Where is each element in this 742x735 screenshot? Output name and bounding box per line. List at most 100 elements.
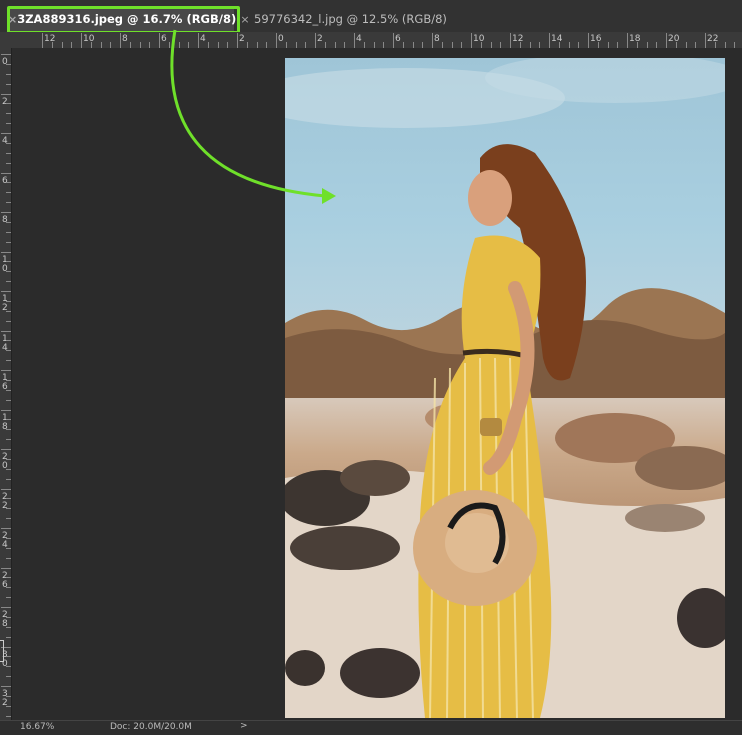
- ruler-minor-tick: [6, 162, 11, 164]
- horizontal-ruler: 12 10 8 6 4 2 0 2 4 6 8 10 12 14 16 18 20 22: [0, 32, 742, 49]
- ruler-label: 20: [668, 34, 680, 44]
- document-image[interactable]: [285, 58, 725, 718]
- ruler-major-tick: [627, 33, 628, 48]
- ruler-minor-tick: [6, 113, 11, 115]
- close-icon[interactable]: ×: [236, 13, 254, 26]
- ruler-minor-tick: [6, 705, 11, 707]
- ruler-minor-tick: [6, 123, 11, 125]
- ruler-label: 16: [590, 34, 602, 44]
- tab-59776342[interactable]: × 59776342_l.jpg @ 12.5% (RGB/8): [236, 7, 496, 31]
- ruler-minor-tick: [6, 389, 11, 391]
- ruler-minor-tick: [6, 300, 11, 302]
- ruler-minor-tick: [6, 695, 11, 697]
- ruler-label: 6: [161, 34, 167, 44]
- ruler-minor-tick: [6, 231, 11, 233]
- ruler-major-tick: [159, 33, 160, 48]
- ruler-label: 0: [2, 57, 8, 67]
- ruler-minor-tick: [6, 666, 11, 668]
- ruler-minor-tick: [6, 182, 11, 184]
- ruler-label: 2: [317, 34, 323, 44]
- ruler-major-tick: [315, 33, 316, 48]
- status-bar: 16.67% Doc: 20.0M/20.0M >: [0, 720, 742, 735]
- ruler-major-tick: [471, 33, 472, 48]
- ruler-major-tick: [1, 449, 11, 450]
- ruler-label: 10: [83, 34, 95, 44]
- ruler-major-tick: [1, 54, 11, 55]
- ruler-minor-tick: [6, 152, 11, 154]
- ruler-minor-tick: [6, 557, 11, 559]
- ruler-minor-tick: [6, 547, 11, 549]
- ruler-label: 14: [551, 34, 563, 44]
- ruler-label: 8: [434, 34, 440, 44]
- ruler-minor-tick: [6, 676, 11, 678]
- ruler-minor-tick: [6, 597, 11, 599]
- ruler-minor-tick: [6, 468, 11, 470]
- ruler-minor-tick: [6, 310, 11, 312]
- ruler-major-tick: [1, 567, 11, 569]
- ruler-minor-tick: [6, 636, 11, 638]
- ruler-minor-tick: [6, 261, 11, 263]
- ruler-major-tick: [1, 409, 11, 411]
- document-size: Doc: 20.0M/20.0M: [110, 722, 192, 732]
- ruler-label: 2: [2, 96, 8, 107]
- ruler-minor-tick: [6, 587, 11, 589]
- ruler-minor-tick: [6, 192, 11, 194]
- ruler-major-tick: [705, 33, 706, 48]
- vertical-ruler: 024681 01 21 41 61 82 02 22 42 62 83 03 …: [0, 48, 12, 720]
- ruler-minor-tick: [6, 518, 11, 520]
- zoom-level[interactable]: 16.67%: [20, 722, 68, 732]
- ruler-major-tick: [237, 33, 238, 48]
- ruler-major-tick: [120, 33, 121, 48]
- ruler-major-tick: [588, 33, 589, 48]
- ruler-minor-tick: [6, 320, 11, 322]
- ruler-minor-tick: [6, 458, 11, 460]
- ruler-label: 6: [2, 175, 8, 186]
- ruler-minor-tick: [6, 63, 11, 65]
- ruler-minor-tick: [6, 429, 11, 431]
- ruler-label: 12: [512, 34, 524, 44]
- ruler-minor-tick: [6, 221, 11, 223]
- ruler-label: 18: [629, 34, 641, 44]
- ruler-label: 0: [278, 34, 284, 44]
- ruler-minor-tick: [6, 577, 11, 579]
- tab-label: 3ZA889316.jpeg @ 16.7% (RGB/8): [17, 12, 237, 26]
- ruler-major-tick: [1, 528, 11, 529]
- ruler-minor-tick: [6, 419, 11, 421]
- ruler-label: 12: [44, 34, 56, 44]
- ruler-major-tick: [198, 33, 199, 48]
- ruler-label: 4: [2, 136, 8, 146]
- ruler-label: 10: [473, 34, 485, 44]
- ruler-minor-tick: [6, 508, 11, 510]
- ruler-minor-tick: [6, 103, 11, 105]
- ruler-minor-tick: [6, 360, 11, 362]
- ruler-minor-tick: [6, 439, 11, 441]
- ruler-minor-tick: [6, 83, 11, 85]
- panel-edge-marker: [0, 640, 4, 662]
- ruler-major-tick: [1, 133, 11, 134]
- ruler-minor-tick: [6, 478, 11, 480]
- chevron-right-icon[interactable]: >: [240, 721, 248, 731]
- ruler-major-tick: [549, 33, 550, 48]
- ruler-label: 4: [356, 34, 362, 44]
- ruler-label: 8: [122, 34, 128, 44]
- tab-3za889316[interactable]: × 3ZA889316.jpeg @ 16.7% (RGB/8): [8, 7, 237, 31]
- close-icon[interactable]: ×: [8, 13, 17, 26]
- ruler-major-tick: [354, 33, 355, 48]
- ruler-major-tick: [81, 33, 82, 48]
- ruler-label: 8: [2, 215, 8, 225]
- ruler-major-tick: [1, 686, 11, 687]
- ruler-major-tick: [393, 33, 394, 48]
- ruler-major-tick: [1, 251, 11, 253]
- ruler-minor-tick: [6, 241, 11, 243]
- ruler-major-tick: [1, 488, 11, 490]
- ruler-minor-tick: [6, 350, 11, 352]
- ruler-label: 6: [395, 34, 401, 44]
- ruler-minor-tick: [6, 340, 11, 342]
- ruler-major-tick: [1, 330, 11, 332]
- ruler-label: 22: [707, 34, 719, 44]
- ruler-minor-tick: [6, 656, 11, 658]
- ruler-minor-tick: [6, 715, 11, 717]
- ruler-major-tick: [1, 370, 11, 371]
- ruler-minor-tick: [6, 399, 11, 401]
- ruler-major-tick: [1, 212, 11, 213]
